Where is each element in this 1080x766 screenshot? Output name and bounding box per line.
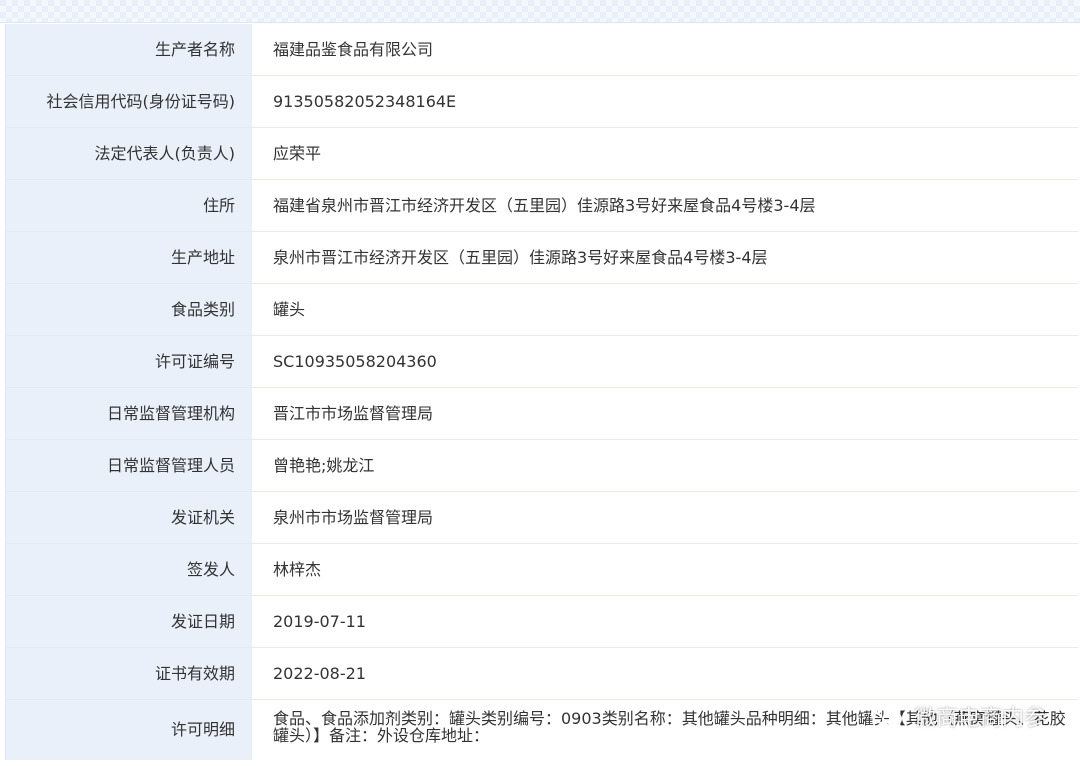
row-value: 91350582052348164E bbox=[273, 92, 457, 111]
row-value: 泉州市晋江市经济开发区（五里园）佳源路3号好来屋食品4号楼3-4层 bbox=[273, 248, 768, 267]
row-value: 曾艳艳;姚龙江 bbox=[273, 456, 375, 475]
table-row: 发证机关 泉州市市场监督管理局 bbox=[6, 492, 1078, 544]
wechat-icon bbox=[870, 704, 902, 727]
row-label: 日常监督管理人员 bbox=[6, 440, 252, 491]
row-label: 发证机关 bbox=[6, 492, 252, 543]
row-value: 福建省泉州市晋江市经济开发区（五里园）佳源路3号好来屋食品4号楼3-4层 bbox=[273, 196, 816, 215]
row-label: 生产者名称 bbox=[6, 24, 252, 75]
decorative-header-band bbox=[0, 0, 1080, 23]
row-label: 社会信用代码(身份证号码) bbox=[6, 76, 252, 127]
row-label: 证书有效期 bbox=[6, 648, 252, 699]
license-info-table: 生产者名称 福建品鉴食品有限公司 社会信用代码(身份证号码) 913505820… bbox=[5, 24, 1078, 760]
row-value: 晋江市市场监督管理局 bbox=[273, 404, 434, 423]
row-label: 法定代表人(负责人) bbox=[6, 128, 252, 179]
row-label: 许可证编号 bbox=[6, 336, 252, 387]
table-row: 签发人 林梓杰 bbox=[6, 544, 1078, 596]
table-row: 许可证编号 SC10935058204360 bbox=[6, 336, 1078, 388]
row-value: 泉州市市场监督管理局 bbox=[273, 508, 434, 527]
table-row: 法定代表人(负责人) 应荣平 bbox=[6, 128, 1078, 180]
row-value: 罐头 bbox=[273, 300, 306, 319]
watermark-text: 微商电商内参 bbox=[913, 706, 1046, 731]
row-label: 食品类别 bbox=[6, 284, 252, 335]
table-row: 发证日期 2019-07-11 bbox=[6, 596, 1078, 648]
row-value: 应荣平 bbox=[273, 144, 322, 163]
row-value: 福建品鉴食品有限公司 bbox=[273, 40, 434, 59]
table-row: 生产者名称 福建品鉴食品有限公司 bbox=[6, 24, 1078, 76]
row-label: 许可明细 bbox=[6, 700, 252, 760]
row-label: 住所 bbox=[6, 180, 252, 231]
watermark: 微商电商内参 bbox=[870, 700, 1046, 732]
row-label: 签发人 bbox=[6, 544, 252, 595]
row-label: 生产地址 bbox=[6, 232, 252, 283]
table-row: 住所 福建省泉州市晋江市经济开发区（五里园）佳源路3号好来屋食品4号楼3-4层 bbox=[6, 180, 1078, 232]
table-row: 社会信用代码(身份证号码) 91350582052348164E bbox=[6, 76, 1078, 128]
table-row: 生产地址 泉州市晋江市经济开发区（五里园）佳源路3号好来屋食品4号楼3-4层 bbox=[6, 232, 1078, 284]
row-label: 发证日期 bbox=[6, 596, 252, 647]
table-row: 证书有效期 2022-08-21 bbox=[6, 648, 1078, 700]
row-value: 2022-08-21 bbox=[273, 664, 366, 683]
table-row: 食品类别 罐头 bbox=[6, 284, 1078, 336]
table-row: 日常监督管理机构 晋江市市场监督管理局 bbox=[6, 388, 1078, 440]
row-label: 日常监督管理机构 bbox=[6, 388, 252, 439]
row-value: 林梓杰 bbox=[273, 560, 322, 579]
row-value: SC10935058204360 bbox=[273, 352, 437, 371]
row-value: 2019-07-11 bbox=[273, 612, 366, 631]
table-row: 日常监督管理人员 曾艳艳;姚龙江 bbox=[6, 440, 1078, 492]
